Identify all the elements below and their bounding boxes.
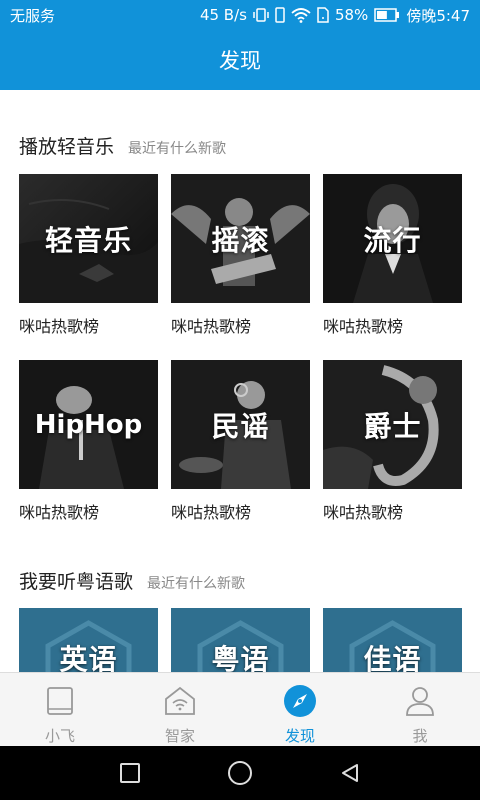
section-header-light-music: 播放轻音乐 最近有什么新歌 [19, 132, 226, 159]
status-icons: 45 B/s 58% 傍晚5:47 [200, 5, 470, 26]
language-card-cantonese[interactable]: 粤语 [171, 608, 310, 672]
section-subtitle: 最近有什么新歌 [147, 576, 246, 592]
section-subtitle: 最近有什么新歌 [128, 141, 227, 157]
battery-percent: 58% [334, 6, 369, 24]
nav-item-discover[interactable]: 发现 [240, 673, 360, 746]
genre-card-light-music[interactable]: 轻音乐 咪咕热歌榜 [19, 174, 158, 337]
carrier-text: 无服务 [10, 6, 56, 25]
genre-card-pop[interactable]: 流行 咪咕热歌榜 [323, 174, 462, 337]
app-bar: 发现 [0, 30, 480, 90]
person-icon [402, 683, 438, 719]
nav-item-xiaofei[interactable]: 小飞 [0, 673, 120, 746]
cover-image: HipHop [19, 360, 158, 489]
battery-icon [374, 8, 400, 22]
genre-label: 轻音乐 [44, 223, 132, 257]
cover-image: 轻音乐 [19, 174, 158, 303]
home-circle-icon[interactable] [227, 760, 253, 786]
sim-icon [317, 7, 329, 23]
section-title: 播放轻音乐 [19, 136, 115, 158]
nav-label: 小飞 [44, 727, 75, 745]
cover-image: 粤语 [171, 608, 310, 672]
nfc-icon [275, 7, 285, 23]
system-nav-bar [0, 746, 480, 800]
genre-label: 爵士 [363, 409, 422, 443]
card-caption: 咪咕热歌榜 [19, 317, 100, 336]
genre-label: 民谣 [211, 409, 270, 443]
nav-label: 发现 [284, 727, 315, 745]
language-label: 粤语 [211, 643, 270, 672]
genre-label: 摇滚 [211, 223, 270, 257]
back-triangle-icon[interactable] [339, 762, 361, 784]
nav-item-smart-home[interactable]: 智家 [120, 673, 240, 746]
language-label: 英语 [59, 643, 118, 672]
language-card-other[interactable]: 佳语 [323, 608, 462, 672]
language-label: 佳语 [363, 643, 422, 672]
status-bar: 无服务 45 B/s 58% 傍晚5:47 [0, 0, 480, 30]
nav-label: 智家 [164, 727, 195, 745]
genre-card-rock[interactable]: 摇滚 咪咕热歌榜 [171, 174, 310, 337]
section-header-cantonese: 我要听粤语歌 最近有什么新歌 [19, 567, 245, 594]
vibrate-icon [253, 8, 269, 22]
cover-image: 英语 [19, 608, 158, 672]
card-caption: 咪咕热歌榜 [323, 503, 404, 522]
genre-card-jazz[interactable]: 爵士 咪咕热歌榜 [323, 360, 462, 523]
language-card-english[interactable]: 英语 [19, 608, 158, 672]
cover-image: 流行 [323, 174, 462, 303]
cover-image: 摇滚 [171, 174, 310, 303]
recents-square-icon[interactable] [119, 762, 141, 784]
cover-image: 佳语 [323, 608, 462, 672]
card-caption: 咪咕热歌榜 [323, 317, 404, 336]
clock: 傍晚5:47 [406, 6, 470, 25]
nav-item-me[interactable]: 我 [360, 673, 480, 746]
discover-content[interactable]: 播放轻音乐 最近有什么新歌 轻音乐 咪咕热歌榜 摇滚 咪咕热歌榜 流行 咪咕热歌… [0, 90, 480, 672]
genre-label: HipHop [34, 409, 143, 440]
genre-card-folk[interactable]: 民谣 咪咕热歌榜 [171, 360, 310, 523]
card-caption: 咪咕热歌榜 [19, 503, 100, 522]
tablet-icon [42, 683, 78, 719]
genre-label: 流行 [363, 223, 422, 257]
cover-image: 爵士 [323, 360, 462, 489]
genre-card-hiphop[interactable]: HipHop 咪咕热歌榜 [19, 360, 158, 523]
smart-home-icon [162, 683, 198, 719]
cover-image: 民谣 [171, 360, 310, 489]
wifi-icon [291, 8, 311, 23]
nav-label: 我 [412, 727, 428, 745]
section-title: 我要听粤语歌 [19, 571, 134, 593]
page-title: 发现 [219, 49, 261, 73]
card-caption: 咪咕热歌榜 [171, 503, 252, 522]
bottom-nav: 小飞 智家 发现 我 [0, 672, 480, 746]
compass-icon [282, 683, 318, 719]
card-caption: 咪咕热歌榜 [171, 317, 252, 336]
network-speed: 45 B/s [199, 6, 247, 24]
